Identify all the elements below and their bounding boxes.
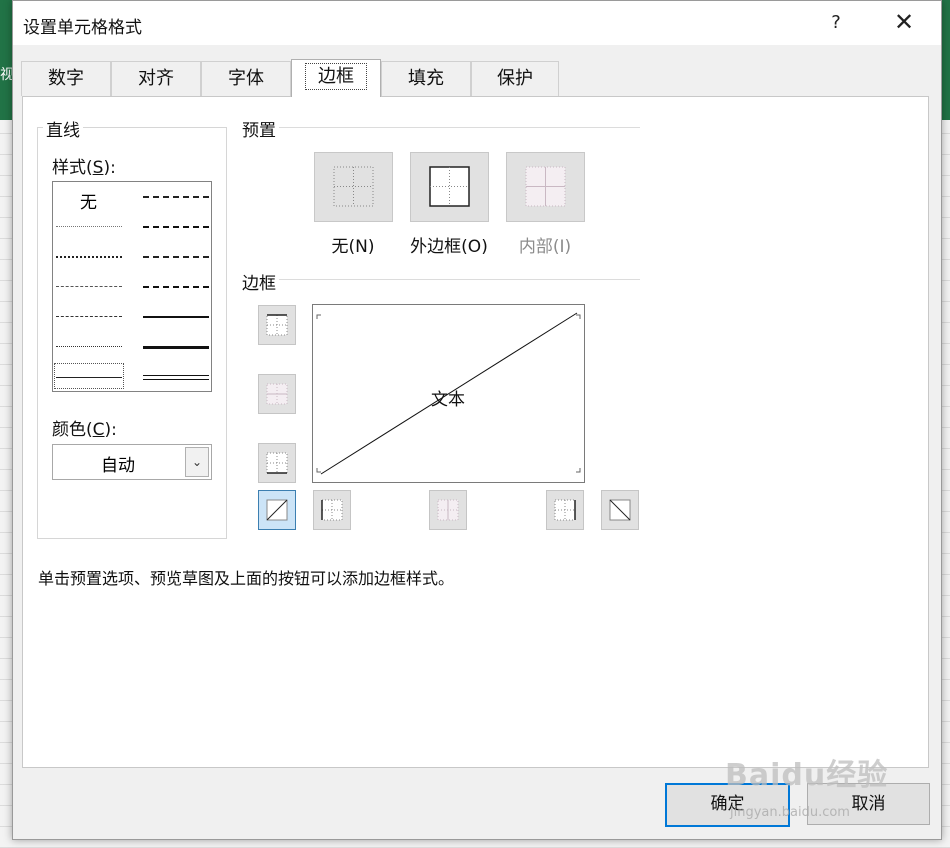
tab-number[interactable]: 数字: [21, 61, 111, 96]
preset-caption-text: 无: [331, 237, 349, 257]
tab-label: 边框: [305, 63, 367, 90]
line-style-option[interactable]: [56, 316, 122, 317]
border-preview[interactable]: 文本: [312, 304, 585, 483]
line-style-option[interactable]: [143, 226, 209, 228]
border-top-icon: [266, 314, 288, 336]
line-style-option[interactable]: [56, 256, 122, 258]
style-accelerator: S: [92, 158, 104, 178]
baidu-watermark: Baidu经验: [725, 758, 889, 793]
border-left-button[interactable]: [313, 490, 351, 530]
preset-none-button[interactable]: [314, 152, 393, 222]
close-button[interactable]: ✕: [886, 5, 922, 41]
line-style-option[interactable]: [56, 226, 122, 227]
border-bottom-icon: [266, 452, 288, 474]
preset-accelerator: O: [467, 237, 482, 257]
tab-label: 填充: [408, 68, 444, 89]
color-label-text: 颜色: [52, 420, 86, 440]
border-diagonal-up-button[interactable]: [258, 490, 296, 530]
baidu-watermark-url: jingyan.baidu.com: [730, 805, 850, 820]
style-label: 样式(S):: [52, 158, 116, 178]
preset-outline-icon: [429, 166, 470, 207]
border-label: 边框: [239, 269, 279, 294]
preset-inside-icon: [525, 166, 566, 207]
border-left-icon: [321, 499, 343, 521]
border-bottom-button[interactable]: [258, 443, 296, 483]
preset-outline-caption: 外边框(O): [410, 237, 488, 257]
line-style-list[interactable]: 无: [52, 181, 212, 392]
help-button[interactable]: ?: [818, 5, 854, 41]
border-top-button[interactable]: [258, 305, 296, 345]
tab-protection[interactable]: 保护: [471, 61, 559, 96]
border-right-icon: [554, 499, 576, 521]
border-tab-panel: 直线 样式(S): 无 颜色(C): 自动 ⌄ 预置 无(N) 外边框(O) 内…: [22, 96, 929, 768]
tab-label: 对齐: [138, 68, 174, 89]
color-accelerator: C: [92, 420, 105, 440]
border-right-button[interactable]: [546, 490, 584, 530]
border-inside-vertical-icon: [437, 499, 459, 521]
line-style-option[interactable]: [143, 375, 209, 380]
preset-accelerator: I: [559, 237, 565, 257]
style-none-option[interactable]: 无: [80, 188, 97, 213]
line-style-option[interactable]: [143, 316, 209, 318]
presets-label: 预置: [239, 116, 279, 141]
presets-divider: [279, 127, 640, 128]
diagonal-down-icon: [609, 499, 631, 521]
chevron-down-icon[interactable]: ⌄: [185, 447, 209, 477]
line-style-option[interactable]: [143, 346, 209, 349]
hint-text: 单击预置选项、预览草图及上面的按钮可以添加边框样式。: [38, 569, 455, 588]
tab-label: 数字: [48, 68, 84, 89]
style-label-text: 样式: [52, 158, 86, 178]
preview-text: 文本: [431, 390, 465, 410]
color-dropdown[interactable]: 自动 ⌄: [52, 444, 212, 480]
line-style-option[interactable]: [143, 286, 209, 288]
tab-fill[interactable]: 填充: [381, 61, 471, 96]
line-style-option[interactable]: [143, 196, 209, 198]
tab-label: 保护: [497, 68, 533, 89]
line-style-option[interactable]: [56, 286, 122, 287]
border-divider: [279, 279, 640, 280]
preset-none-icon: [333, 166, 374, 207]
preset-outline-button[interactable]: [410, 152, 489, 222]
tab-border[interactable]: 边框: [291, 59, 381, 97]
preset-caption-text: 内部: [518, 237, 553, 257]
tab-label: 字体: [228, 68, 264, 89]
dialog-title: 设置单元格格式: [23, 18, 142, 38]
preset-caption-text: 外边框: [410, 237, 462, 257]
format-cells-dialog: 设置单元格格式 ? ✕ 数字 对齐 字体 边框 填充 保护 直线 样式(S): …: [12, 0, 942, 840]
preset-none-caption: 无(N): [331, 237, 375, 257]
tab-alignment[interactable]: 对齐: [111, 61, 201, 96]
line-group-label: 直线: [43, 116, 83, 141]
diagonal-up-icon: [266, 499, 288, 521]
border-inside-horizontal-icon: [266, 383, 288, 405]
selected-style-indicator: [54, 363, 124, 389]
line-style-option[interactable]: [143, 256, 209, 258]
tab-font[interactable]: 字体: [201, 61, 291, 96]
color-value: 自动: [101, 456, 135, 476]
border-diagonal-down-button[interactable]: [601, 490, 639, 530]
border-inside-vertical-button[interactable]: [429, 490, 467, 530]
color-label: 颜色(C):: [52, 420, 117, 440]
preset-accelerator: N: [355, 237, 368, 257]
preset-inside-caption: 内部(I): [518, 237, 572, 257]
border-inside-horizontal-button[interactable]: [258, 374, 296, 414]
preset-inside-button[interactable]: [506, 152, 585, 222]
line-style-option[interactable]: [56, 346, 122, 347]
title-bar: 设置单元格格式 ? ✕: [13, 1, 941, 45]
